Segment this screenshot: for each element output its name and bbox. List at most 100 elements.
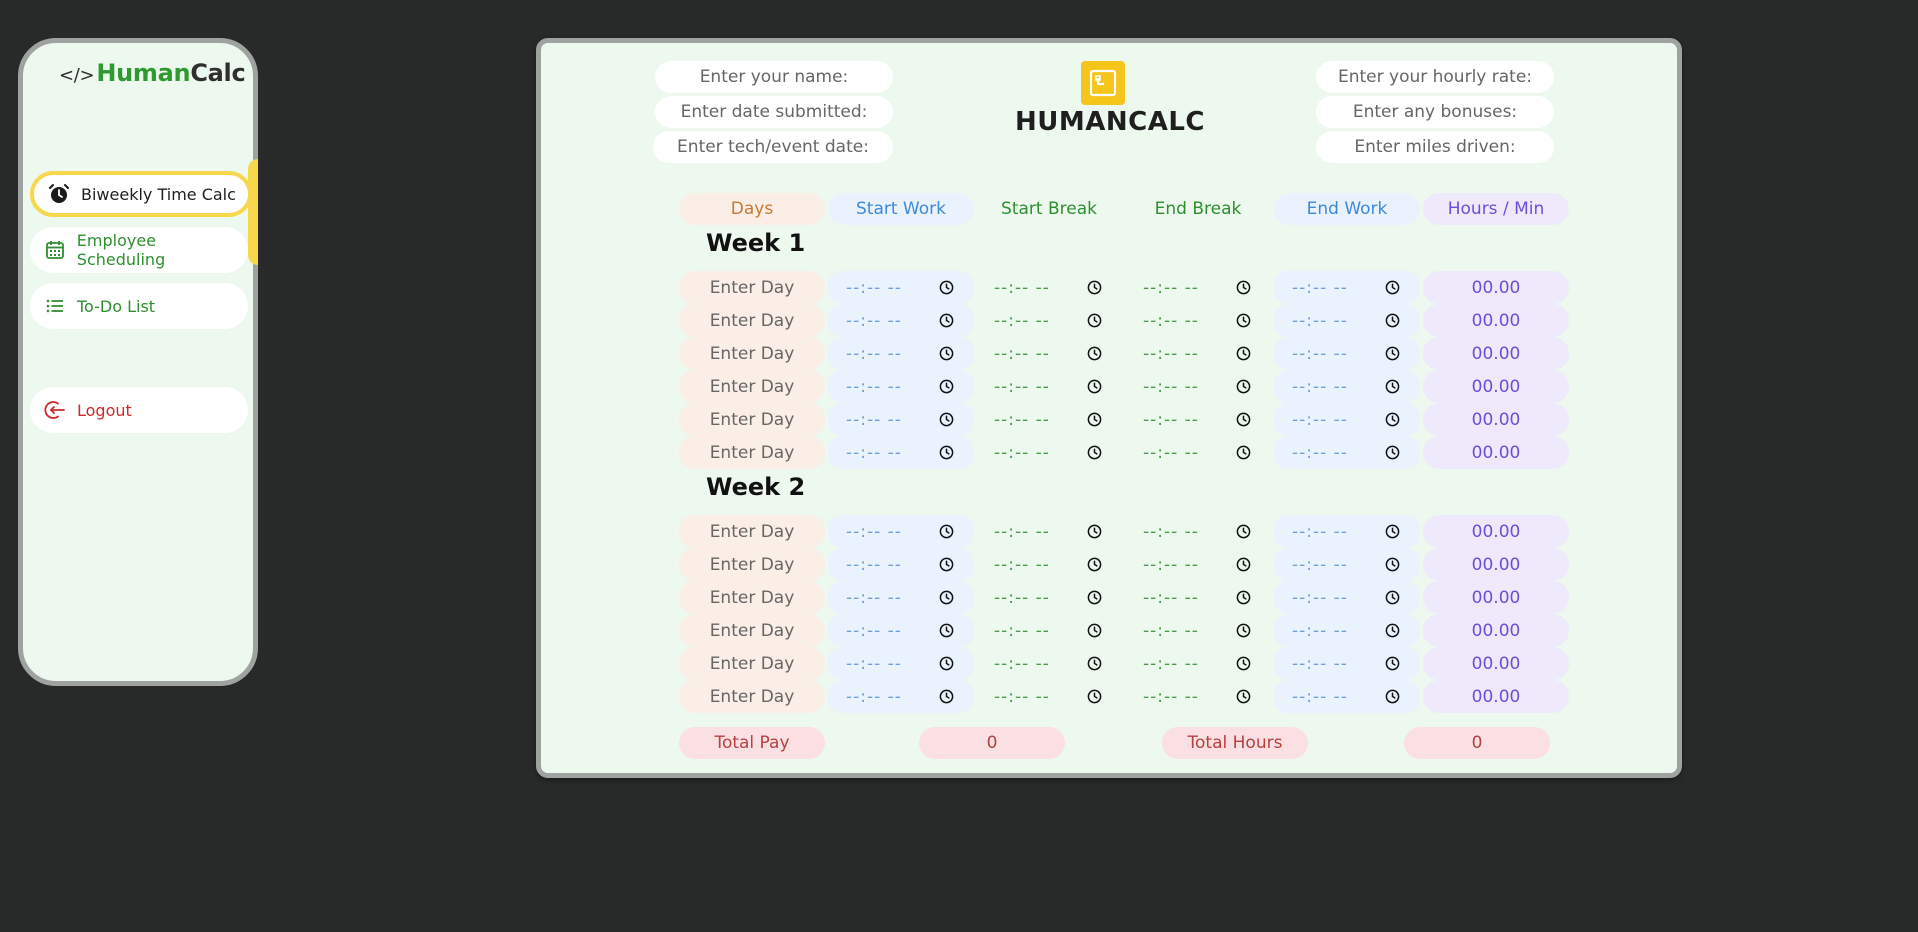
- clock-icon[interactable]: [1385, 590, 1400, 605]
- clock-icon[interactable]: [1087, 346, 1102, 361]
- start-work-time-input[interactable]: --:-- --: [828, 548, 974, 581]
- clock-icon[interactable]: [1236, 346, 1251, 361]
- day-input[interactable]: Enter Day: [679, 370, 825, 403]
- end-break-time-input[interactable]: --:-- --: [1125, 581, 1271, 614]
- sidebar-item-biweekly-time-calc[interactable]: Biweekly Time Calc: [30, 171, 252, 217]
- clock-icon[interactable]: [1385, 412, 1400, 427]
- start-break-time-input[interactable]: --:-- --: [976, 403, 1122, 436]
- end-work-time-input[interactable]: --:-- --: [1274, 436, 1420, 469]
- clock-icon[interactable]: [939, 590, 954, 605]
- sidebar-item-todo-list[interactable]: To-Do List: [30, 283, 248, 329]
- name-input[interactable]: [655, 61, 893, 93]
- clock-icon[interactable]: [1087, 656, 1102, 671]
- logout-button[interactable]: Logout: [30, 387, 248, 433]
- clock-icon[interactable]: [1087, 623, 1102, 638]
- end-break-time-input[interactable]: --:-- --: [1125, 680, 1271, 713]
- clock-icon[interactable]: [939, 557, 954, 572]
- clock-icon[interactable]: [1087, 590, 1102, 605]
- end-break-time-input[interactable]: --:-- --: [1125, 436, 1271, 469]
- bonuses-input[interactable]: [1316, 96, 1554, 128]
- clock-icon[interactable]: [939, 623, 954, 638]
- start-work-time-input[interactable]: --:-- --: [828, 515, 974, 548]
- end-break-time-input[interactable]: --:-- --: [1125, 515, 1271, 548]
- day-input[interactable]: Enter Day: [679, 680, 825, 713]
- end-work-time-input[interactable]: --:-- --: [1274, 515, 1420, 548]
- clock-icon[interactable]: [939, 412, 954, 427]
- day-input[interactable]: Enter Day: [679, 304, 825, 337]
- start-work-time-input[interactable]: --:-- --: [828, 647, 974, 680]
- day-input[interactable]: Enter Day: [679, 581, 825, 614]
- clock-icon[interactable]: [1385, 689, 1400, 704]
- end-work-time-input[interactable]: --:-- --: [1274, 403, 1420, 436]
- clock-icon[interactable]: [1385, 346, 1400, 361]
- start-break-time-input[interactable]: --:-- --: [976, 680, 1122, 713]
- clock-icon[interactable]: [1236, 280, 1251, 295]
- end-break-time-input[interactable]: --:-- --: [1125, 304, 1271, 337]
- end-work-time-input[interactable]: --:-- --: [1274, 548, 1420, 581]
- day-input[interactable]: Enter Day: [679, 647, 825, 680]
- day-input[interactable]: Enter Day: [679, 515, 825, 548]
- end-work-time-input[interactable]: --:-- --: [1274, 614, 1420, 647]
- day-input[interactable]: Enter Day: [679, 271, 825, 304]
- end-break-time-input[interactable]: --:-- --: [1125, 370, 1271, 403]
- clock-icon[interactable]: [1385, 280, 1400, 295]
- day-input[interactable]: Enter Day: [679, 436, 825, 469]
- clock-icon[interactable]: [939, 313, 954, 328]
- clock-icon[interactable]: [1236, 623, 1251, 638]
- start-work-time-input[interactable]: --:-- --: [828, 680, 974, 713]
- clock-icon[interactable]: [1236, 445, 1251, 460]
- end-work-time-input[interactable]: --:-- --: [1274, 680, 1420, 713]
- end-work-time-input[interactable]: --:-- --: [1274, 271, 1420, 304]
- sidebar-item-employee-scheduling[interactable]: Employee Scheduling: [30, 227, 248, 273]
- start-break-time-input[interactable]: --:-- --: [976, 614, 1122, 647]
- start-break-time-input[interactable]: --:-- --: [976, 304, 1122, 337]
- end-break-time-input[interactable]: --:-- --: [1125, 403, 1271, 436]
- end-work-time-input[interactable]: --:-- --: [1274, 581, 1420, 614]
- miles-input[interactable]: [1316, 131, 1554, 163]
- clock-icon[interactable]: [939, 379, 954, 394]
- clock-icon[interactable]: [1087, 445, 1102, 460]
- start-break-time-input[interactable]: --:-- --: [976, 647, 1122, 680]
- clock-icon[interactable]: [939, 346, 954, 361]
- clock-icon[interactable]: [1087, 689, 1102, 704]
- start-break-time-input[interactable]: --:-- --: [976, 337, 1122, 370]
- clock-icon[interactable]: [1236, 379, 1251, 394]
- start-work-time-input[interactable]: --:-- --: [828, 304, 974, 337]
- clock-icon[interactable]: [1385, 524, 1400, 539]
- clock-icon[interactable]: [939, 524, 954, 539]
- clock-icon[interactable]: [1236, 656, 1251, 671]
- clock-icon[interactable]: [1087, 557, 1102, 572]
- end-work-time-input[interactable]: --:-- --: [1274, 647, 1420, 680]
- clock-icon[interactable]: [1087, 280, 1102, 295]
- clock-icon[interactable]: [939, 689, 954, 704]
- clock-icon[interactable]: [1385, 379, 1400, 394]
- start-work-time-input[interactable]: --:-- --: [828, 581, 974, 614]
- start-break-time-input[interactable]: --:-- --: [976, 548, 1122, 581]
- clock-icon[interactable]: [1385, 557, 1400, 572]
- hourly-rate-input[interactable]: [1316, 61, 1554, 93]
- clock-icon[interactable]: [1385, 445, 1400, 460]
- clock-icon[interactable]: [1385, 623, 1400, 638]
- day-input[interactable]: Enter Day: [679, 548, 825, 581]
- clock-icon[interactable]: [1236, 689, 1251, 704]
- day-input[interactable]: Enter Day: [679, 337, 825, 370]
- end-work-time-input[interactable]: --:-- --: [1274, 370, 1420, 403]
- clock-icon[interactable]: [1236, 524, 1251, 539]
- start-break-time-input[interactable]: --:-- --: [976, 436, 1122, 469]
- end-break-time-input[interactable]: --:-- --: [1125, 614, 1271, 647]
- end-work-time-input[interactable]: --:-- --: [1274, 337, 1420, 370]
- day-input[interactable]: Enter Day: [679, 403, 825, 436]
- start-break-time-input[interactable]: --:-- --: [976, 581, 1122, 614]
- end-break-time-input[interactable]: --:-- --: [1125, 271, 1271, 304]
- clock-icon[interactable]: [1385, 313, 1400, 328]
- clock-icon[interactable]: [1236, 313, 1251, 328]
- end-break-time-input[interactable]: --:-- --: [1125, 337, 1271, 370]
- start-break-time-input[interactable]: --:-- --: [976, 370, 1122, 403]
- clock-icon[interactable]: [1087, 412, 1102, 427]
- start-break-time-input[interactable]: --:-- --: [976, 271, 1122, 304]
- clock-icon[interactable]: [1236, 412, 1251, 427]
- clock-icon[interactable]: [939, 656, 954, 671]
- start-work-time-input[interactable]: --:-- --: [828, 403, 974, 436]
- event-date-input[interactable]: [653, 131, 893, 163]
- start-work-time-input[interactable]: --:-- --: [828, 436, 974, 469]
